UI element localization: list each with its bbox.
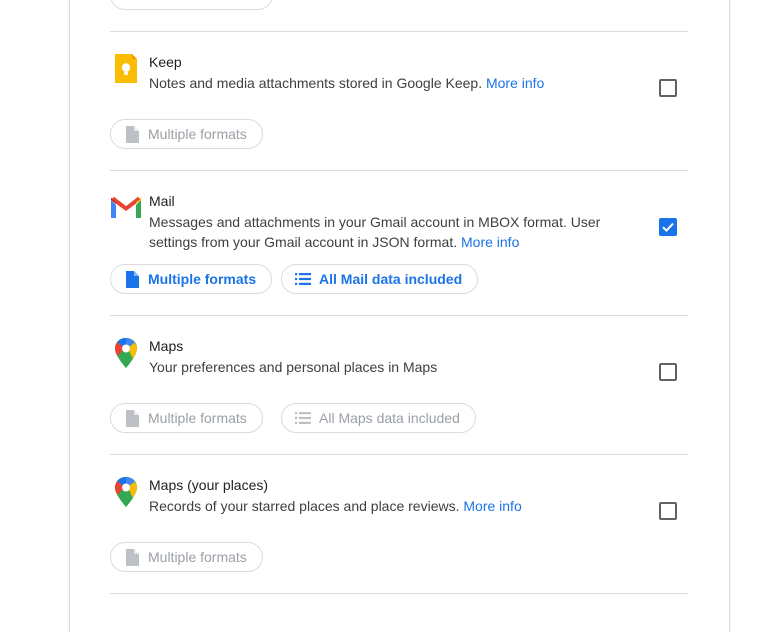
include-mail-checkbox[interactable]: [659, 218, 677, 236]
maps-pin-icon: [110, 476, 142, 508]
chip-label: Multiple formats: [148, 549, 247, 565]
product-title: Maps: [149, 338, 184, 354]
product-title: Keep: [149, 54, 182, 70]
file-icon: [123, 409, 141, 427]
maps-data-chip[interactable]: All Maps data included: [281, 403, 476, 433]
include-maps-your-places-checkbox[interactable]: [659, 502, 677, 520]
file-icon: [123, 125, 141, 143]
divider: [110, 593, 688, 594]
product-description: Your preferences and personal places in …: [149, 359, 438, 375]
divider: [110, 454, 688, 455]
maps-places-format-chip[interactable]: Multiple formats: [110, 542, 263, 572]
maps-format-chip[interactable]: Multiple formats: [110, 403, 263, 433]
divider: [110, 170, 688, 171]
product-title: Mail: [149, 193, 175, 209]
chip-label: All Maps data included: [319, 410, 460, 426]
product-title: Maps (your places): [149, 477, 269, 493]
more-info-link[interactable]: More info: [486, 75, 544, 91]
product-description: Records of your starred places and place…: [149, 498, 522, 514]
product-description: Messages and attachments in your Gmail a…: [149, 214, 601, 250]
chip-label: All Mail data included: [319, 271, 463, 287]
keep-icon: [110, 53, 142, 85]
chip-label: Multiple formats: [148, 271, 257, 287]
include-keep-checkbox[interactable]: [659, 79, 677, 97]
previous-format-chip[interactable]: [110, 0, 273, 10]
product-description: Notes and media attachments stored in Go…: [149, 75, 545, 91]
chip-label: Multiple formats: [148, 126, 247, 142]
include-maps-checkbox[interactable]: [659, 363, 677, 381]
chip-label: Multiple formats: [148, 410, 247, 426]
file-icon: [123, 548, 141, 566]
divider: [110, 315, 688, 316]
mail-format-chip[interactable]: Multiple formats: [110, 264, 273, 294]
list-icon: [294, 270, 312, 288]
mail-data-chip[interactable]: All Mail data included: [281, 264, 479, 294]
more-info-link[interactable]: More info: [463, 498, 521, 514]
file-icon: [123, 270, 141, 288]
export-product-list-card: [69, 0, 730, 632]
divider: [110, 31, 688, 32]
more-info-link[interactable]: More info: [461, 234, 519, 250]
keep-format-chip[interactable]: Multiple formats: [110, 119, 263, 149]
checkmark-icon: [662, 222, 674, 233]
gmail-icon: [110, 192, 142, 224]
list-icon: [294, 409, 312, 427]
maps-pin-icon: [110, 337, 142, 369]
